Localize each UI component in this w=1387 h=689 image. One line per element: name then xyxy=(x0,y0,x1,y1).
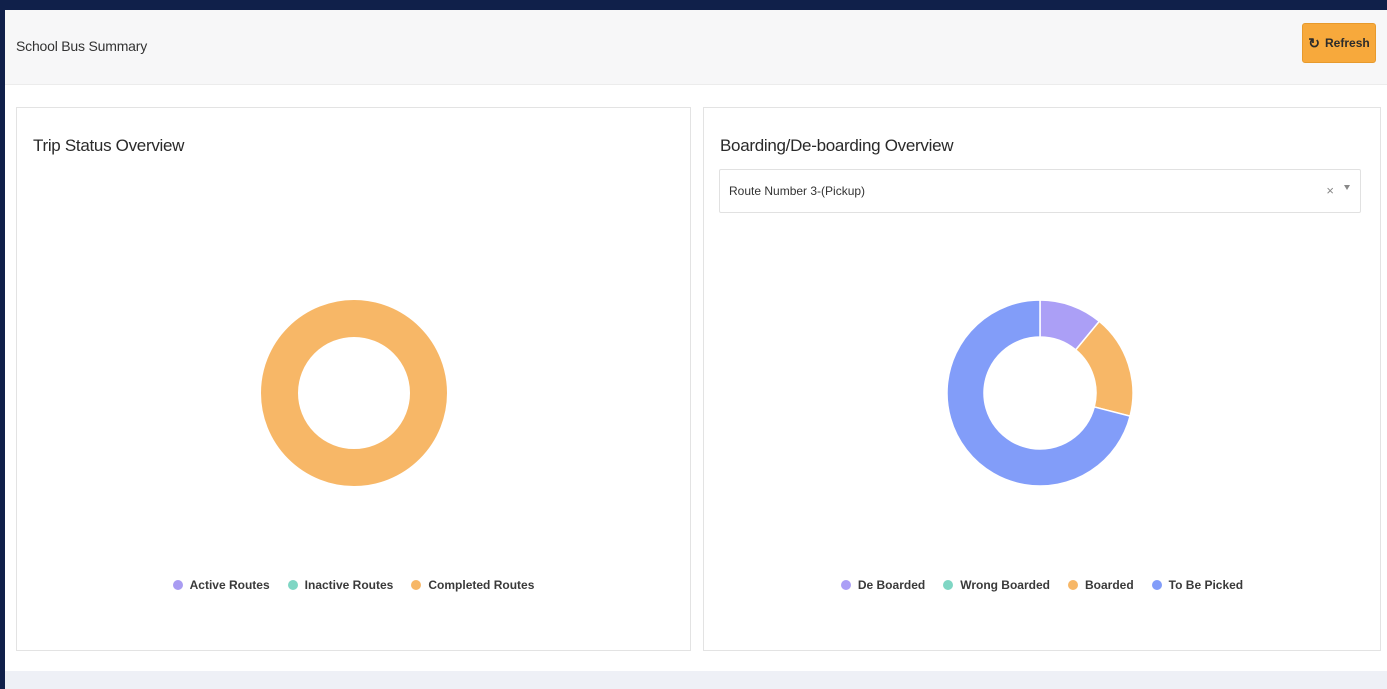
footer-strip xyxy=(5,671,1387,689)
trip-status-donut-chart xyxy=(261,300,447,486)
page: School Bus Summary ↻ Refresh Trip Status… xyxy=(5,10,1387,689)
refresh-button-label: Refresh xyxy=(1325,36,1370,50)
legend-item[interactable]: Active Routes xyxy=(172,578,270,592)
legend-item[interactable]: Wrong Boarded xyxy=(943,578,1050,592)
page-header: School Bus Summary ↻ Refresh xyxy=(5,10,1387,85)
legend-dot-icon xyxy=(840,580,851,590)
refresh-button[interactable]: ↻ Refresh xyxy=(1302,23,1376,63)
legend-label: Inactive Routes xyxy=(304,578,394,592)
boarding-card: Boarding/De-boarding Overview Route Numb… xyxy=(703,107,1381,651)
legend-item[interactable]: Boarded xyxy=(1067,578,1134,592)
legend-dot-icon xyxy=(287,580,298,590)
legend-label: To Be Picked xyxy=(1168,578,1244,592)
legend-item[interactable]: To Be Picked xyxy=(1151,578,1244,592)
legend-dot-icon xyxy=(1067,580,1078,590)
boarding-donut-chart xyxy=(946,299,1134,487)
legend-label: Wrong Boarded xyxy=(960,578,1050,592)
trip-status-legend: Active Routes Inactive Routes Completed Ro… xyxy=(17,578,690,592)
legend-label: Completed Routes xyxy=(428,578,535,592)
legend-dot-icon xyxy=(411,580,422,590)
trip-status-slice-completed-routes xyxy=(261,300,447,486)
page-title: School Bus Summary xyxy=(16,38,148,54)
legend-item[interactable]: De Boarded xyxy=(840,578,926,592)
refresh-icon: ↻ xyxy=(1308,35,1321,51)
legend-item[interactable]: Inactive Routes xyxy=(287,578,394,592)
legend-item[interactable]: Completed Routes xyxy=(411,578,534,592)
legend-label: Boarded xyxy=(1084,578,1134,592)
legend-label: De Boarded xyxy=(857,578,926,592)
trip-status-card: Trip Status Overview Active Routes Inacti… xyxy=(16,107,691,651)
legend-dot-icon xyxy=(943,580,954,590)
legend-dot-icon xyxy=(172,580,183,590)
legend-dot-icon xyxy=(1151,580,1162,590)
legend-label: Active Routes xyxy=(189,578,270,592)
boarding-legend: De Boarded Wrong Boarded Boarded To Be Pick… xyxy=(704,578,1380,592)
